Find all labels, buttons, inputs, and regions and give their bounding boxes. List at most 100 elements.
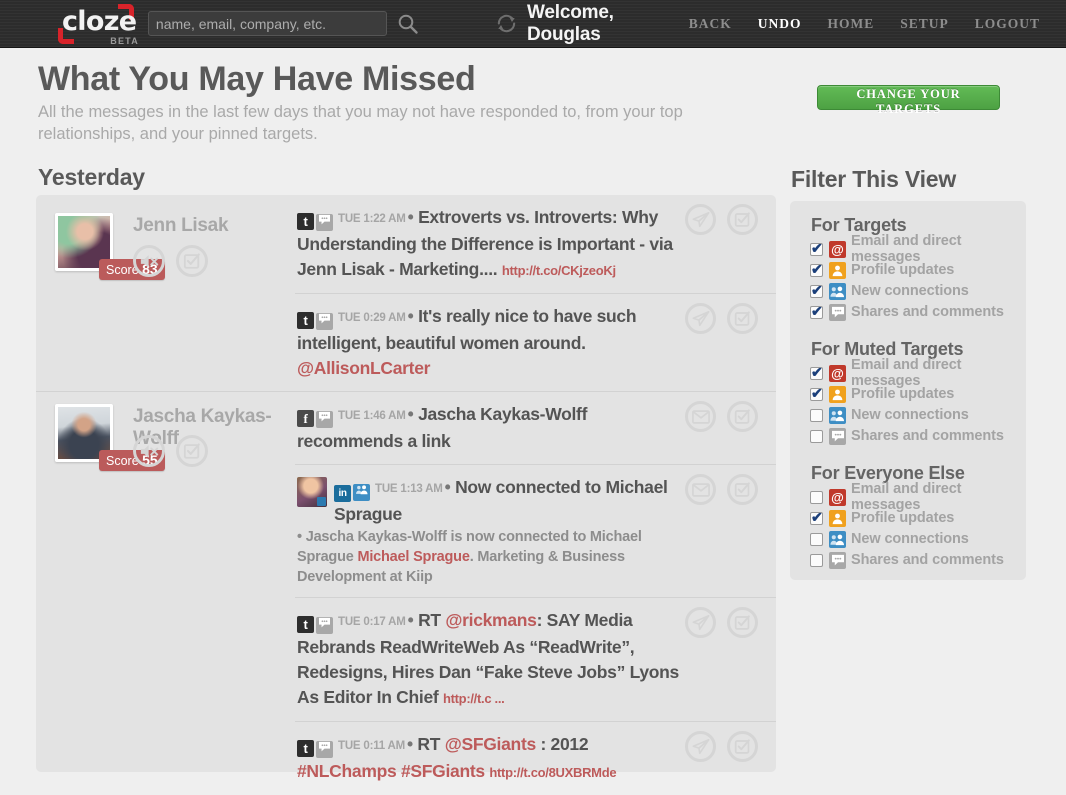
send-reply-icon[interactable] (685, 731, 716, 762)
filter-row-muted-shares[interactable]: Shares and comments (810, 426, 1026, 446)
filter-checkbox-everyone-email[interactable] (810, 490, 823, 504)
connection-person-link[interactable]: Michael Sprague (357, 549, 469, 565)
nav-link-setup[interactable]: SETUP (900, 16, 949, 32)
section-label-yesterday: Yesterday (38, 164, 145, 190)
mark-done-icon[interactable] (727, 731, 758, 762)
filter-row-everyone-shares[interactable]: Shares and comments (810, 550, 1026, 570)
people-icon (353, 484, 370, 501)
message-text: f TUE 1:46 AM • Jascha Kaykas-Wolff recom… (297, 404, 588, 451)
message-text: t TUE 0:11 AM • RT @SFGiants : 2012 #NLCh… (297, 734, 617, 781)
send-reply-icon[interactable] (685, 607, 716, 638)
cloze-logo[interactable]: cloze BETA (58, 3, 138, 46)
filter-label-targets-connections: New connections (851, 283, 969, 299)
filter-panel: For Targets @ Email and direct messages … (790, 201, 1026, 580)
hashtag-nlchamps[interactable]: #NLChamps (297, 761, 397, 781)
connection-avatar[interactable] (297, 477, 327, 507)
message-link[interactable]: http://t.co/CKjzeoKj (502, 263, 616, 278)
welcome-message: Welcome, Douglas (527, 1, 614, 45)
filter-label-everyone-profile: Profile updates (851, 510, 955, 526)
message-row[interactable]: t TUE 0:17 AM • RT @rickmans: SAY Media R… (295, 597, 776, 721)
message-row[interactable]: t TUE 1:22 AM • Extroverts vs. Introverts… (295, 195, 776, 293)
mark-done-icon[interactable] (727, 401, 758, 432)
message-content: : 2012 (535, 734, 589, 754)
twitter-icon: t (297, 312, 314, 329)
nav-link-logout[interactable]: LOGOUT (975, 16, 1040, 32)
filter-checkbox-targets-profile[interactable] (810, 261, 823, 278)
chat-icon (829, 303, 846, 321)
filter-row-everyone-connections[interactable]: New connections (810, 529, 1026, 549)
message-timestamp: TUE 1:46 AM (338, 410, 406, 422)
email-icon[interactable] (685, 401, 716, 432)
twitter-icon: t (297, 213, 314, 230)
retweet-prefix: RT (417, 734, 445, 754)
filter-checkbox-muted-connections[interactable] (810, 408, 823, 422)
filter-row-everyone-email[interactable]: @ Email and direct messages (810, 481, 1026, 513)
search-input[interactable] (147, 11, 388, 36)
message-link[interactable]: http://t.c ... (443, 691, 505, 706)
filter-checkbox-everyone-shares[interactable] (810, 553, 823, 567)
filter-row-muted-email[interactable]: @ Email and direct messages (810, 357, 1026, 389)
chat-icon (316, 214, 333, 231)
filter-checkbox-muted-shares[interactable] (810, 429, 823, 443)
filter-checkbox-everyone-profile[interactable] (810, 509, 823, 526)
mute-icon[interactable] (133, 245, 165, 277)
people-icon (829, 282, 846, 300)
people-icon (829, 530, 846, 548)
filter-label-targets-email: Email and direct messages (851, 233, 962, 265)
filter-row-muted-connections[interactable]: New connections (810, 405, 1026, 425)
filter-row-targets-email[interactable]: @ Email and direct messages (810, 233, 1026, 265)
page-header: What You May Have Missed All the message… (38, 60, 738, 145)
person-action-buttons (133, 435, 208, 467)
message-mention[interactable]: @SFGiants (445, 734, 536, 754)
nav-link-undo[interactable]: UNDO (758, 16, 802, 32)
message-mention[interactable]: @rickmans (445, 610, 537, 630)
mark-done-icon[interactable] (727, 303, 758, 334)
person-summary-column: Score 83 Jenn Lisak (36, 195, 295, 391)
chat-icon (316, 741, 333, 758)
filter-checkbox-targets-shares[interactable] (810, 303, 823, 320)
retweet-prefix: RT (418, 610, 446, 630)
facebook-icon: f (297, 410, 314, 427)
filter-checkbox-targets-connections[interactable] (810, 282, 823, 299)
chat-icon (829, 551, 846, 569)
message-row[interactable]: t TUE 0:11 AM • RT @SFGiants : 2012 #NLCh… (295, 721, 776, 795)
filter-label-everyone-shares: Shares and comments (851, 552, 1004, 568)
filter-row-targets-shares[interactable]: Shares and comments (810, 302, 1026, 322)
filter-checkbox-everyone-connections[interactable] (810, 532, 823, 546)
at-icon: @ (829, 364, 846, 382)
filter-checkbox-muted-email[interactable] (810, 364, 823, 381)
filter-label-everyone-email: Email and direct messages (851, 481, 962, 513)
message-action-buttons (685, 204, 758, 235)
top-navigation-bar: cloze BETA Welcome, Douglas BACK UNDO HO… (0, 0, 1066, 48)
mark-done-icon[interactable] (727, 474, 758, 505)
message-mention[interactable]: @AllisonLCarter (297, 358, 430, 378)
mark-done-icon[interactable] (727, 607, 758, 638)
avatar[interactable]: Score 83 (55, 213, 165, 280)
nav-link-back[interactable]: BACK (689, 16, 732, 32)
hashtag-sfgiants[interactable]: #SFGiants (401, 761, 485, 781)
filter-row-targets-connections[interactable]: New connections (810, 281, 1026, 301)
message-row[interactable]: t TUE 0:29 AM • It's really nice to have … (295, 293, 776, 391)
email-icon[interactable] (685, 474, 716, 505)
refresh-icon[interactable] (495, 11, 518, 37)
mark-done-icon[interactable] (727, 204, 758, 235)
message-row[interactable]: in TUE 1:13 AM • Now connected to Michael… (295, 464, 776, 597)
mute-icon[interactable] (133, 435, 165, 467)
filter-checkbox-muted-profile[interactable] (810, 385, 823, 402)
send-reply-icon[interactable] (685, 204, 716, 235)
send-reply-icon[interactable] (685, 303, 716, 334)
message-row[interactable]: f TUE 1:46 AM • Jascha Kaykas-Wolff recom… (295, 392, 776, 464)
person-icon (829, 509, 846, 527)
message-link[interactable]: http://t.co/8UXBRMde (489, 765, 616, 780)
search-icon[interactable] (397, 11, 419, 37)
twitter-icon: t (297, 740, 314, 757)
people-icon (829, 406, 846, 424)
nav-link-home[interactable]: HOME (827, 16, 874, 32)
mark-done-icon[interactable] (176, 435, 208, 467)
person-block: Score 55 Jascha Kaykas-Wolff f TUE 1:46 … (36, 391, 776, 795)
avatar[interactable]: Score 55 (55, 404, 165, 471)
filter-checkbox-targets-email[interactable] (810, 240, 823, 257)
mark-done-icon[interactable] (176, 245, 208, 277)
message-action-buttons (685, 607, 758, 638)
change-your-targets-button[interactable]: CHANGE YOUR TARGETS (817, 85, 1000, 116)
